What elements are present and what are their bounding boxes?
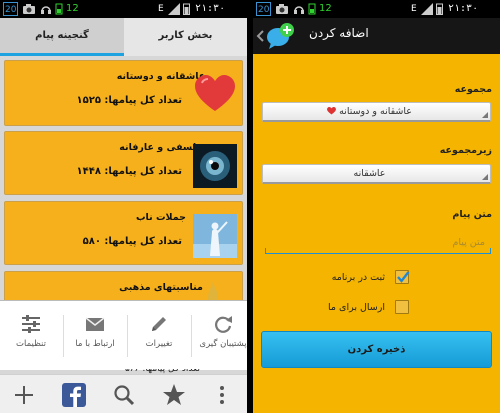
network-type: E bbox=[158, 4, 164, 14]
category-card[interactable]: عاشقانه و دوستانه تعداد کل پیامها: ۱۵۲۵ bbox=[4, 60, 243, 126]
network-type: E bbox=[411, 4, 417, 14]
options-menu: تنظیمات ارتباط با ما تغییرات پشتیبان گیر… bbox=[0, 300, 247, 370]
battery-icon bbox=[55, 3, 63, 15]
menu-item-changes[interactable]: تغییرات bbox=[130, 309, 188, 365]
category-count: تعداد کل پیامها: ۵۸۰ bbox=[82, 236, 182, 247]
clock: ۲۱:۳۰ bbox=[448, 3, 479, 14]
menu-item-label: تغییرات bbox=[145, 339, 173, 349]
search-icon[interactable] bbox=[110, 381, 138, 409]
sliders-icon bbox=[22, 315, 40, 333]
tab-message-treasury[interactable]: گنجینه پیام bbox=[0, 18, 124, 56]
menu-divider bbox=[191, 315, 192, 357]
heart-icon bbox=[327, 107, 336, 115]
checkmark-icon bbox=[397, 271, 410, 283]
category-card[interactable]: جملات ناب تعداد کل پیامها: ۵۸۰ bbox=[4, 201, 243, 265]
dropdown-triangle-icon bbox=[482, 174, 488, 180]
category-card[interactable]: فلسفی و عارفانه تعداد کل پیامها: ۱۴۴۸ bbox=[4, 131, 243, 195]
menu-item-label: ارتباط با ما bbox=[75, 339, 115, 349]
send-to-us-checkbox[interactable] bbox=[395, 300, 409, 314]
app-add-message-icon[interactable] bbox=[265, 22, 295, 50]
category-count: تعداد کل پیامها: ۱۵۲۵ bbox=[76, 95, 182, 106]
menu-item-settings[interactable]: تنظیمات bbox=[2, 309, 60, 365]
camera-icon bbox=[23, 4, 35, 14]
tab-user-section[interactable]: بخش کاربر bbox=[124, 18, 247, 56]
add-icon[interactable] bbox=[10, 381, 38, 409]
message-input[interactable] bbox=[265, 232, 491, 252]
subgroup-select[interactable]: عاشقانه bbox=[262, 164, 491, 184]
menu-item-contact-us[interactable]: ارتباط با ما bbox=[66, 309, 124, 365]
group-select-value: عاشقانه و دوستانه bbox=[339, 106, 412, 117]
subgroup-select-value: عاشقانه bbox=[353, 168, 386, 179]
eye-photo bbox=[193, 144, 237, 188]
send-to-us-label: ارسال برای ما bbox=[328, 302, 385, 313]
message-label: متن پیام bbox=[452, 209, 492, 220]
status-bar: 20 12 E ۲۱:۳۰ bbox=[253, 0, 500, 18]
notification-badge: 20 bbox=[3, 2, 19, 16]
battery-status-icon bbox=[436, 3, 443, 15]
menu-item-label: تنظیمات bbox=[16, 339, 46, 349]
save-button[interactable]: ذخیره کردن bbox=[261, 331, 492, 368]
subgroup-label: زیرمجموعه bbox=[439, 145, 492, 156]
group-label: مجموعه bbox=[454, 84, 492, 95]
mosque-icon bbox=[208, 282, 218, 300]
right-screen: 20 12 E ۲۱:۳۰ اضافه کردن مجموعه عاشقانه … bbox=[253, 0, 500, 413]
menu-divider bbox=[127, 315, 128, 357]
save-in-app-checkbox[interactable] bbox=[395, 270, 410, 284]
save-in-app-label: ثبت در برنامه bbox=[331, 272, 385, 283]
category-list: عاشقانه و دوستانه تعداد کل پیامها: ۱۵۲۵ … bbox=[0, 56, 247, 311]
headset-icon bbox=[41, 6, 51, 14]
battery-status-icon bbox=[183, 3, 190, 15]
battery-icon bbox=[308, 3, 316, 15]
notification-badge: 20 bbox=[256, 2, 272, 16]
status-bar: 20 12 E ۲۱:۳۰ bbox=[0, 0, 247, 18]
message-field[interactable] bbox=[265, 232, 491, 254]
camera-icon bbox=[276, 4, 288, 14]
refresh-icon bbox=[215, 316, 232, 333]
more-icon[interactable] bbox=[208, 381, 236, 409]
battery-level: 12 bbox=[319, 3, 332, 14]
battery-level: 12 bbox=[66, 3, 79, 14]
star-icon[interactable] bbox=[160, 381, 188, 409]
clock: ۲۱:۳۰ bbox=[195, 3, 226, 14]
bottom-action-bar bbox=[0, 374, 247, 413]
menu-divider bbox=[63, 315, 64, 357]
group-select[interactable]: عاشقانه و دوستانه bbox=[262, 102, 491, 122]
facebook-icon[interactable] bbox=[60, 381, 88, 409]
action-bar: اضافه کردن bbox=[253, 18, 500, 54]
left-screen: 20 12 E ۲۱:۳۰ بخش کاربر گنجینه پیام عاشق… bbox=[0, 0, 247, 413]
menu-item-label: پشتیبان گیری bbox=[199, 339, 247, 349]
category-count: تعداد کل پیامها: ۱۴۴۸ bbox=[76, 166, 182, 177]
screen-title: اضافه کردن bbox=[309, 26, 369, 40]
dropdown-triangle-icon bbox=[482, 112, 488, 118]
menu-item-backup[interactable]: پشتیبان گیری bbox=[194, 309, 247, 365]
send-to-us-row[interactable]: ارسال برای ما bbox=[253, 298, 500, 320]
signal-icon bbox=[168, 3, 180, 15]
statue-photo bbox=[193, 214, 237, 258]
save-in-app-row[interactable]: ثبت در برنامه bbox=[253, 268, 500, 290]
pencil-icon bbox=[152, 317, 166, 331]
mail-icon bbox=[85, 317, 105, 331]
signal-icon bbox=[421, 3, 433, 15]
back-chevron-icon[interactable] bbox=[256, 30, 264, 42]
heart-icon bbox=[195, 75, 235, 111]
tab-bar: بخش کاربر گنجینه پیام bbox=[0, 18, 247, 56]
headset-icon bbox=[294, 6, 304, 14]
